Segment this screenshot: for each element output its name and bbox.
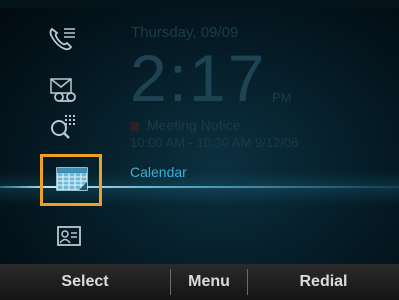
contacts-icon[interactable] [54,224,84,250]
event-title-text: Meeting Notice [147,117,241,133]
directory-icon[interactable] [48,114,78,140]
event-marker [130,121,139,131]
selected-app-label: Calendar [130,164,187,180]
selection-highlight [40,154,102,206]
voicemail-icon[interactable] [48,78,78,104]
softkey-bar: Select Menu Redial [0,264,399,300]
event-title: Meeting Notice [130,117,240,133]
menu-softkey[interactable]: Menu [171,264,247,300]
select-softkey[interactable]: Select [0,264,170,300]
clock-time: 2:17 [130,41,267,115]
phone-screen: Thursday, 09/09 2:17 PM Meeting Notice 1… [0,0,399,300]
clock-ampm: PM [272,90,292,105]
event-detail: 10:00 AM - 10:30 AM 9/12/06 [130,135,299,150]
redial-softkey[interactable]: Redial [248,264,399,300]
date-text: Thursday, 09/09 [131,24,239,41]
calls-icon[interactable] [48,25,78,51]
